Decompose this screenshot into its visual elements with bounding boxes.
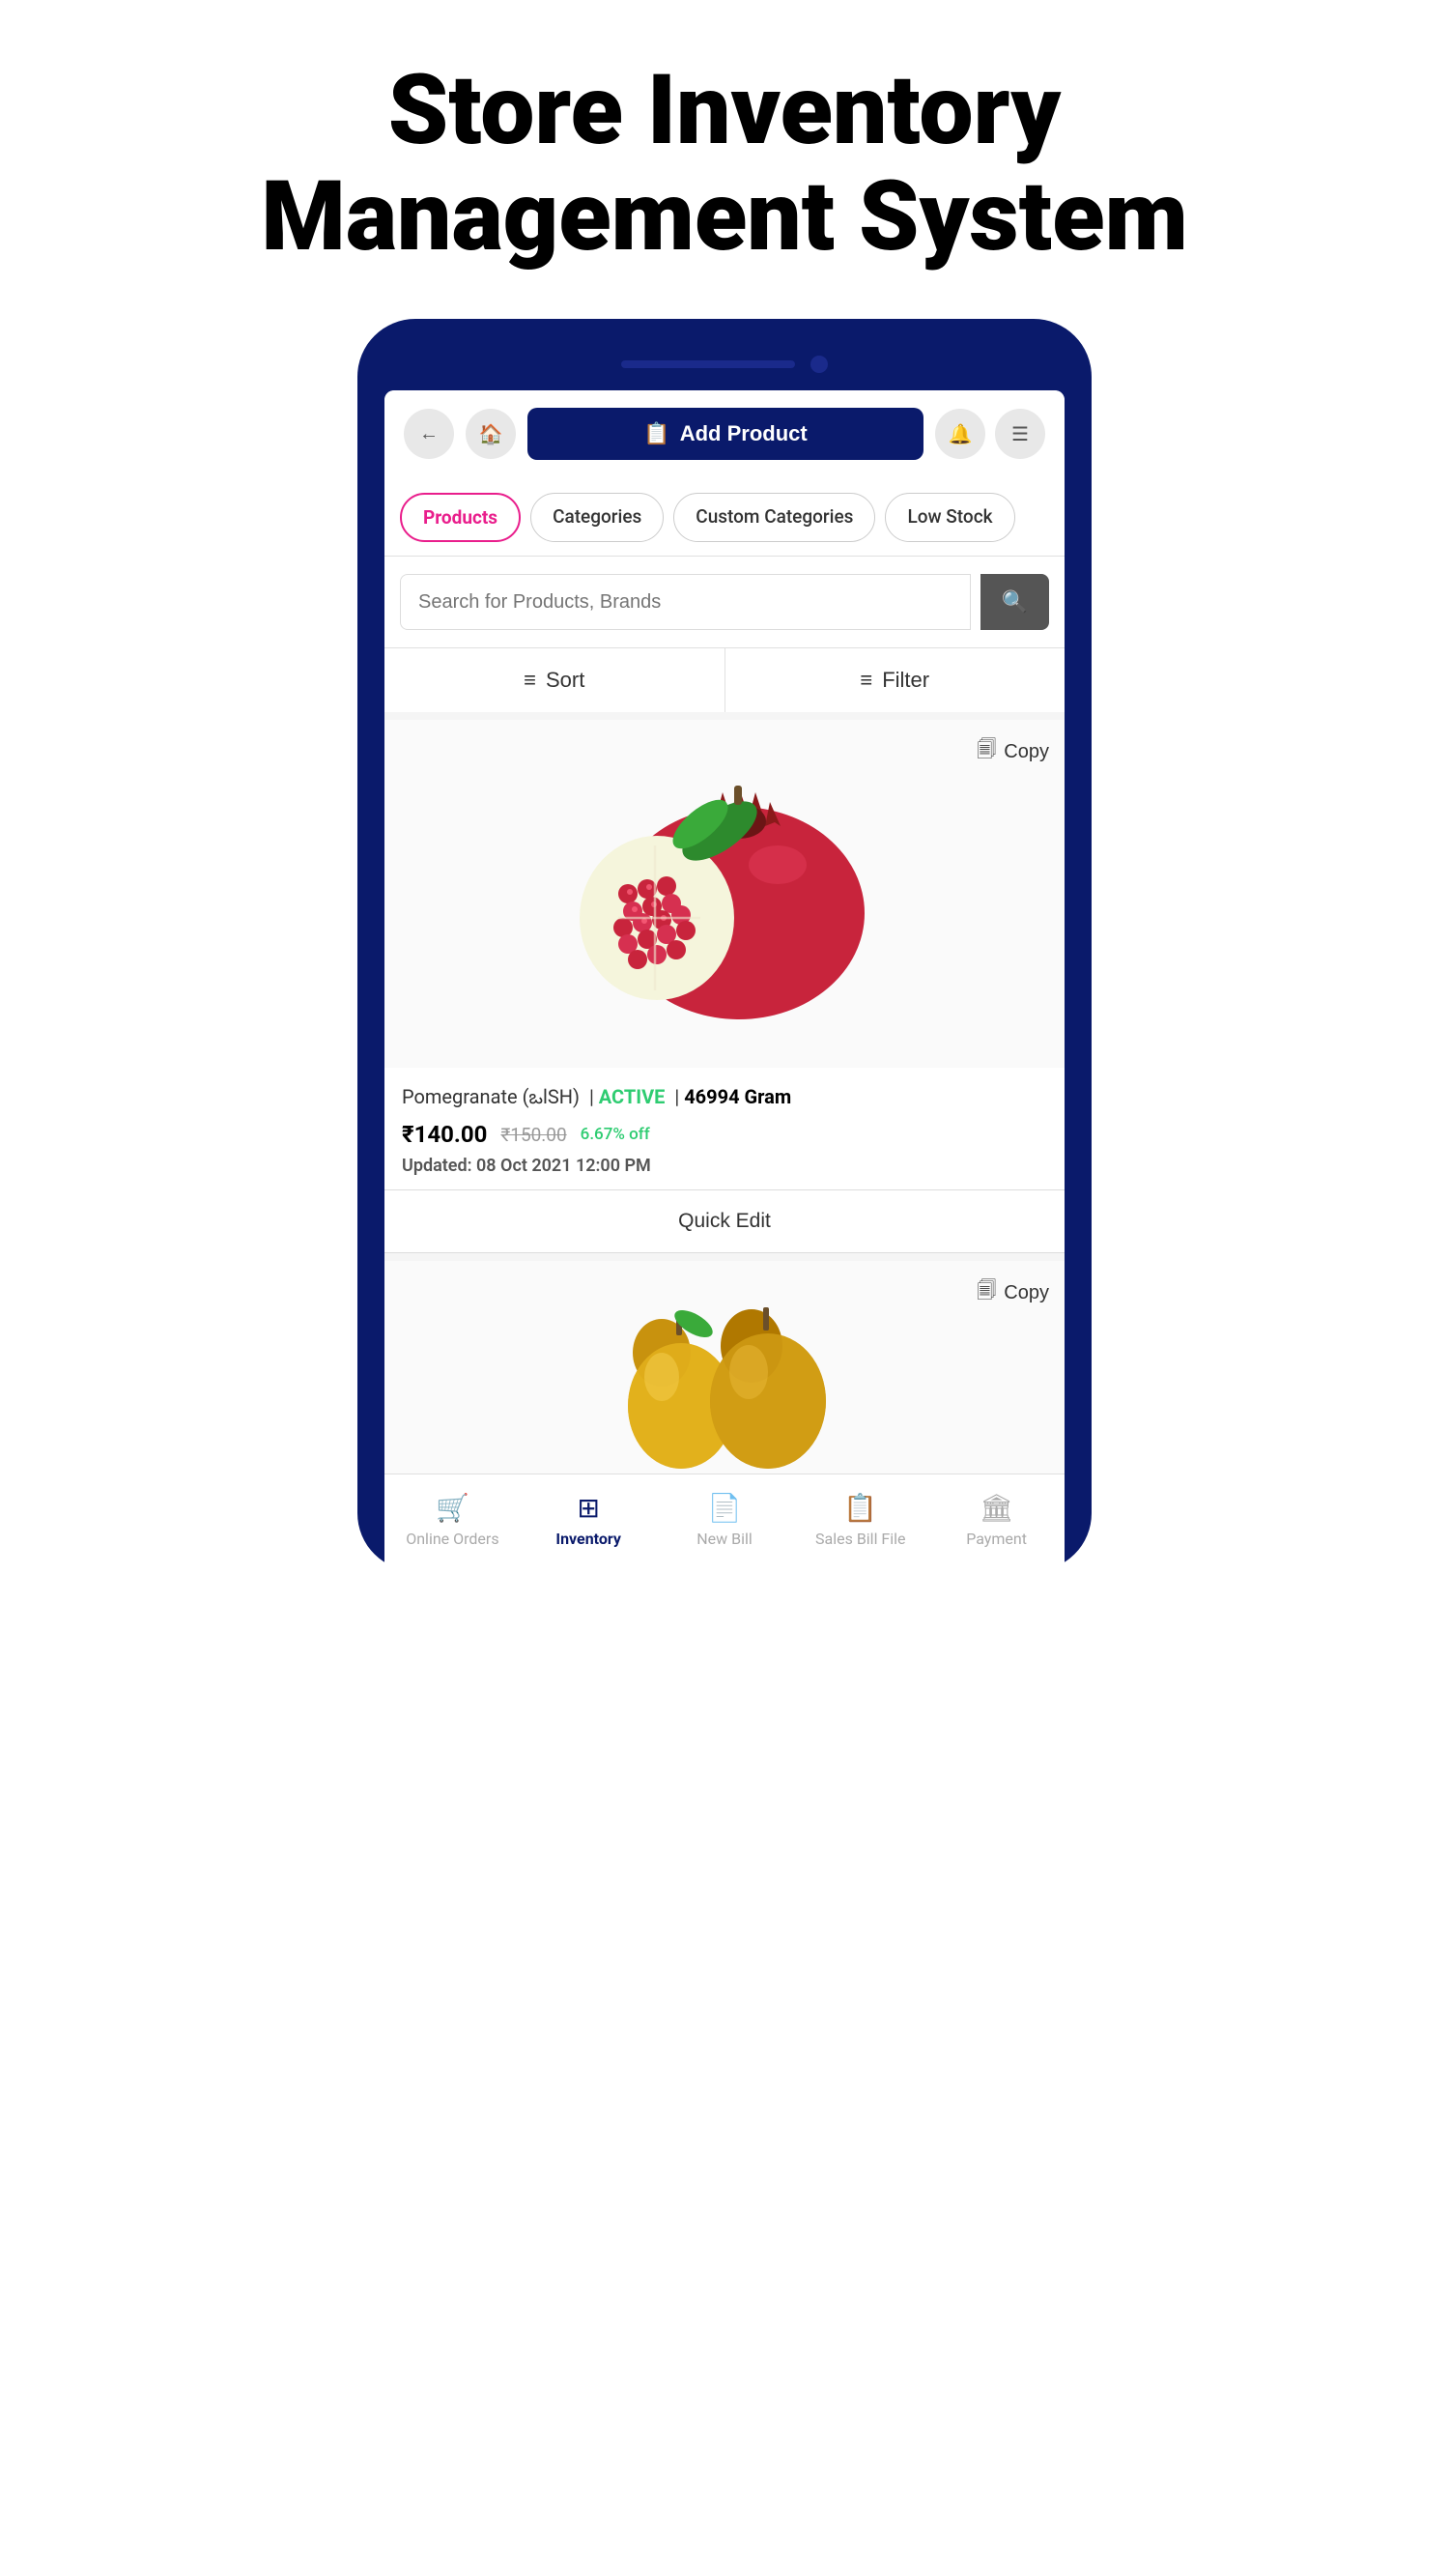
sort-label: Sort [546,668,584,693]
menu-icon: ☰ [1011,422,1029,446]
search-section: 🔍 [384,557,1065,647]
product-card-1: 🗐 Copy [384,720,1065,1253]
copy-button-1[interactable]: 🗐 Copy [977,735,1049,768]
product-name-1: Pomegranate (ఒlSH) | ACTIVE | 46994 Gram [402,1085,1047,1113]
payment-label: Payment [966,1530,1027,1548]
product-image-area-1: 🗐 Copy [384,720,1065,1068]
sales-bill-file-icon: 📋 [843,1492,877,1524]
app-screen: ← 🏠 📋 Add Product 🔔 ☰ [384,390,1065,1571]
product-updated-1: Updated: 08 Oct 2021 12:00 PM [402,1156,1047,1189]
nav-item-sales-bill-file[interactable]: 📋 Sales Bill File [792,1488,928,1552]
online-orders-label: Online Orders [406,1530,498,1548]
main-title: Store Inventory Management System [77,58,1372,271]
tab-products[interactable]: Products [400,493,521,542]
product-card-2: 🗐 Copy [384,1261,1065,1474]
search-button[interactable]: 🔍 [980,574,1049,630]
tab-categories[interactable]: Categories [530,493,664,542]
nav-item-payment[interactable]: 🏛 Payment [928,1488,1065,1552]
phone-wrapper: ← 🏠 📋 Add Product 🔔 ☰ [0,319,1449,1629]
new-bill-icon: 📄 [708,1492,742,1524]
filter-label: Filter [882,668,929,693]
product-image-area-2: 🗐 Copy [384,1261,1065,1474]
add-product-button[interactable]: 📋 Add Product [527,408,923,460]
copy-icon-2: 🗐 [977,1276,996,1309]
product-weight-1: 46994 Gram [684,1085,791,1108]
app-header: ← 🏠 📋 Add Product 🔔 ☰ [384,390,1065,477]
add-product-icon: 📋 [643,421,669,446]
price-original-1: ₹150.00 [500,1124,566,1146]
tab-custom-categories[interactable]: Custom Categories [673,493,875,542]
title-section: Store Inventory Management System [0,0,1449,319]
pear-image [589,1261,860,1474]
inventory-label: Inventory [555,1530,621,1548]
price-current-1: ₹140.00 [402,1121,487,1148]
phone-indicator-bar [621,360,795,368]
back-icon: ← [419,423,439,445]
header-right-buttons: 🔔 ☰ [935,409,1045,459]
product-price-1: ₹140.00 ₹150.00 6.67% off [402,1121,1047,1148]
filter-button[interactable]: ≡ Filter [725,648,1065,712]
copy-label-2: Copy [1004,1282,1049,1304]
payment-icon: 🏛 [980,1492,1014,1524]
home-icon: 🏠 [479,422,503,446]
bell-icon: 🔔 [949,422,973,446]
pomegranate-image [570,749,879,1039]
sort-filter-bar: ≡ Sort ≡ Filter [384,647,1065,712]
online-orders-icon: 🛒 [436,1492,469,1524]
tab-bar: Products Categories Custom Categories Lo… [384,477,1065,557]
new-bill-label: New Bill [696,1530,753,1548]
sales-bill-file-label: Sales Bill File [815,1530,906,1548]
discount-badge-1: 6.67% off [581,1125,650,1144]
product-info-1: Pomegranate (ఒlSH) | ACTIVE | 46994 Gram… [384,1068,1065,1189]
back-button[interactable]: ← [404,409,454,459]
search-input[interactable] [400,574,971,630]
phone-indicator-dot [810,356,828,373]
sort-button[interactable]: ≡ Sort [384,648,725,712]
phone-top-bar [384,346,1065,390]
home-button[interactable]: 🏠 [466,409,516,459]
nav-item-inventory[interactable]: ⊞ Inventory [521,1488,657,1552]
copy-button-2[interactable]: 🗐 Copy [977,1276,1049,1309]
phone-frame: ← 🏠 📋 Add Product 🔔 ☰ [357,319,1092,1571]
inventory-icon: ⊞ [577,1492,599,1524]
tab-low-stock[interactable]: Low Stock [885,493,1014,542]
copy-icon-1: 🗐 [977,735,996,768]
quick-edit-button-1[interactable]: Quick Edit [384,1189,1065,1253]
sort-icon: ≡ [524,668,536,693]
copy-label-1: Copy [1004,741,1049,763]
nav-item-new-bill[interactable]: 📄 New Bill [657,1488,793,1552]
bell-button[interactable]: 🔔 [935,409,985,459]
add-product-label: Add Product [680,421,808,446]
bottom-nav: 🛒 Online Orders ⊞ Inventory 📄 New Bill 📋… [384,1474,1065,1571]
active-badge-1: ACTIVE [599,1085,666,1108]
menu-button[interactable]: ☰ [995,409,1045,459]
filter-icon: ≡ [860,668,872,693]
search-icon: 🔍 [1002,589,1028,614]
nav-item-online-orders[interactable]: 🛒 Online Orders [384,1488,521,1552]
